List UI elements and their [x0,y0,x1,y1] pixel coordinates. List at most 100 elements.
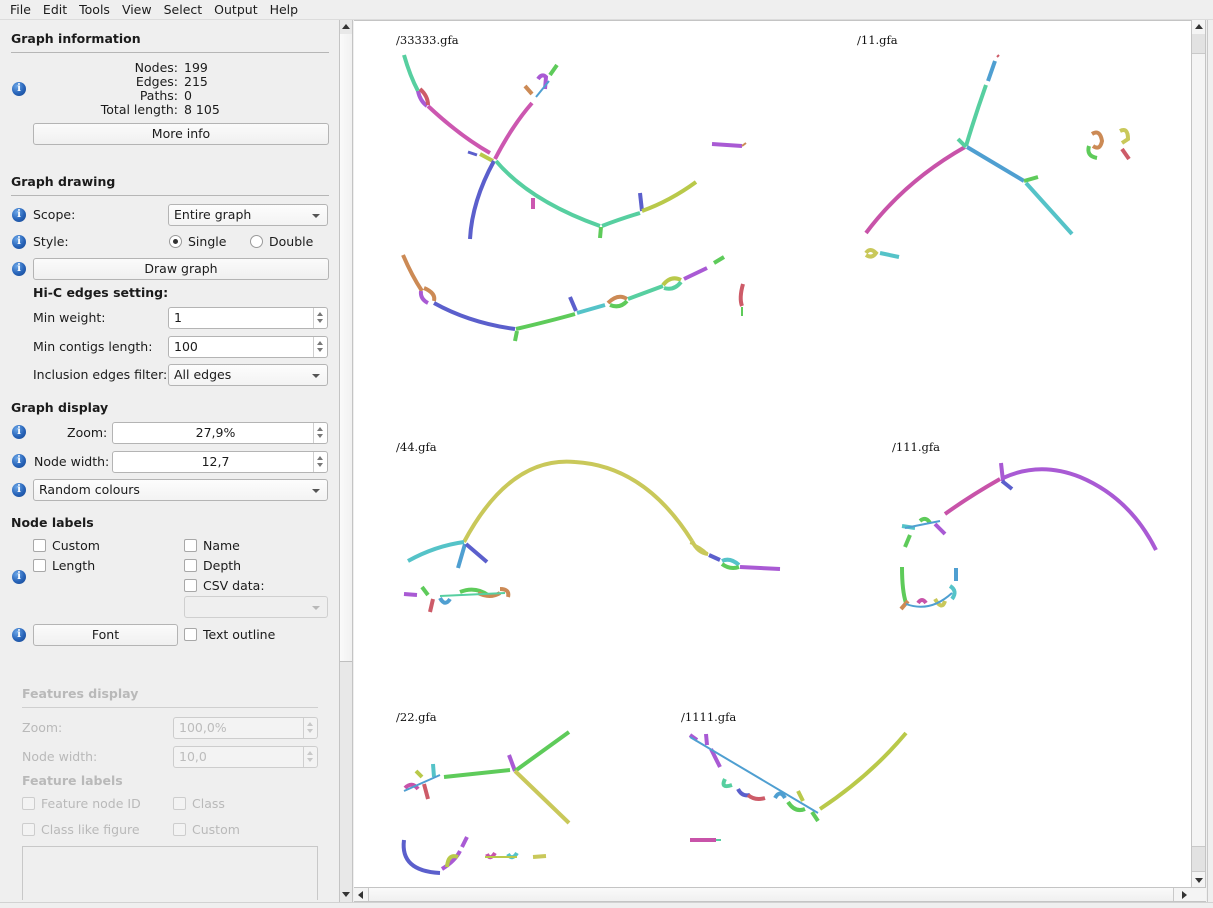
graph-node-green[interactable] [1023,175,1039,183]
graph-node-blue[interactable] [1000,479,1014,491]
menu-view[interactable]: View [116,2,158,17]
name-checkbox[interactable] [184,539,197,552]
graph-drawing[interactable] [354,21,1192,887]
style-double-radio[interactable] [250,235,263,248]
colour-scheme-select[interactable]: Random colours [33,479,328,501]
graph-node-blue[interactable] [638,192,644,212]
custom-checkbox[interactable] [33,539,46,552]
graph-node-cyan[interactable] [576,303,606,315]
graph-node-blue[interactable] [433,301,516,331]
scrollbar-thumb[interactable] [368,888,1174,901]
class-label[interactable]: Class [192,796,225,811]
graph-node-green[interactable] [609,299,629,309]
scroll-up-icon[interactable] [342,24,350,29]
node-width-input[interactable]: 12,7 [112,451,328,473]
menu-file[interactable]: File [4,2,37,17]
spin-down-icon[interactable] [317,348,323,352]
graph-node-sky[interactable] [535,80,550,98]
graph-node-cyan[interactable] [948,584,957,601]
scroll-up-icon[interactable] [1195,24,1203,29]
depth-checkbox[interactable] [184,559,197,572]
graph-node-sky[interactable] [438,596,452,605]
graph-node-blue[interactable] [568,296,578,312]
graph-node-olive[interactable] [532,854,547,859]
graph-node-green[interactable] [515,312,576,331]
graph-node-violet[interactable] [403,592,418,597]
graph-node-teal[interactable] [601,211,641,228]
graph-node-blue[interactable] [401,839,441,875]
draw-graph-button[interactable]: Draw graph [33,258,329,280]
graph-node-blue[interactable] [468,160,496,240]
graph-node-green[interactable] [548,63,559,77]
graph-node-cyan[interactable] [879,251,900,259]
scrollbar-thumb[interactable] [340,34,352,662]
graph-node-olive[interactable] [513,769,571,825]
graph-node-violet[interactable] [683,266,708,281]
min-weight-input[interactable]: 1 [168,307,328,329]
scroll-left-icon[interactable] [358,891,363,899]
spin-buttons[interactable] [303,747,317,767]
scroll-down-icon[interactable] [1195,878,1203,883]
graph-node-orange[interactable] [523,84,534,96]
graph-node-pink[interactable] [426,104,491,155]
graph-node-red[interactable] [746,793,766,801]
graph-node-green[interactable] [712,255,726,265]
feature-node-id-checkbox[interactable] [22,797,35,810]
graph-node-blue[interactable] [736,788,751,798]
graph-node-violet[interactable] [739,565,781,571]
length-label[interactable]: Length [52,558,95,573]
spin-buttons[interactable] [303,718,317,738]
graph-node-teal[interactable] [494,159,601,228]
graph-node-cyan[interactable] [407,540,465,563]
graph-node-sky[interactable] [986,60,997,82]
graph-node-green[interactable] [598,226,603,239]
info-icon[interactable]: i [12,262,26,276]
graph-node-red[interactable] [996,54,1000,58]
splitter-handle[interactable] [1207,20,1213,902]
text-outline-label[interactable]: Text outline [203,627,275,642]
menu-edit[interactable]: Edit [37,2,73,17]
canvas-horizontal-scrollbar[interactable] [354,887,1206,902]
spin-up-icon[interactable] [307,722,313,726]
graph-node-lime[interactable] [641,180,698,213]
depth-label[interactable]: Depth [203,558,241,573]
csv-data-select[interactable] [184,596,328,618]
graph-node-red[interactable] [428,598,435,613]
graph-node-lime[interactable] [818,731,908,811]
length-checkbox[interactable] [33,559,46,572]
graph-node-green[interactable] [513,330,519,342]
feature-node-id-label[interactable]: Feature node ID [41,796,141,811]
graph-node-blue[interactable] [708,553,721,562]
graph-node-teal[interactable] [721,778,733,789]
graph-node-green[interactable] [513,730,571,773]
graph-node-lime[interactable] [414,769,424,779]
graph-node-sky[interactable] [456,543,467,569]
canvas-vertical-scrollbar[interactable] [1191,20,1206,887]
custom-label[interactable]: Custom [52,538,100,553]
spin-buttons[interactable] [313,423,327,443]
spin-up-icon[interactable] [317,456,323,460]
graph-node-violet[interactable] [704,733,709,746]
spin-buttons[interactable] [313,452,327,472]
feature-custom-textarea[interactable] [22,846,318,900]
scrollbar-thumb[interactable] [1192,34,1205,54]
features-zoom-input[interactable]: 100,0% [173,717,318,739]
graph-node-teal[interactable] [627,284,664,301]
info-icon[interactable]: i [12,570,26,584]
graph-node-green[interactable] [900,566,908,604]
graph-node-lime[interactable] [479,152,494,163]
spin-down-icon[interactable] [307,729,313,733]
feature-custom-label[interactable]: Custom [192,822,240,837]
spin-down-icon[interactable] [317,463,323,467]
graph-node-teal[interactable] [402,54,420,92]
spin-down-icon[interactable] [317,434,323,438]
menu-output[interactable]: Output [208,2,263,17]
graph-node-green[interactable] [420,585,430,597]
scroll-down-icon[interactable] [342,892,350,897]
graph-node-sky[interactable] [773,791,787,800]
style-double-label[interactable]: Double [269,234,313,249]
graph-node-cyan[interactable] [431,763,436,778]
graph-node-magenta[interactable] [916,598,928,605]
graph-node-orange[interactable] [1090,130,1105,150]
graph-node-pink[interactable] [493,101,534,160]
